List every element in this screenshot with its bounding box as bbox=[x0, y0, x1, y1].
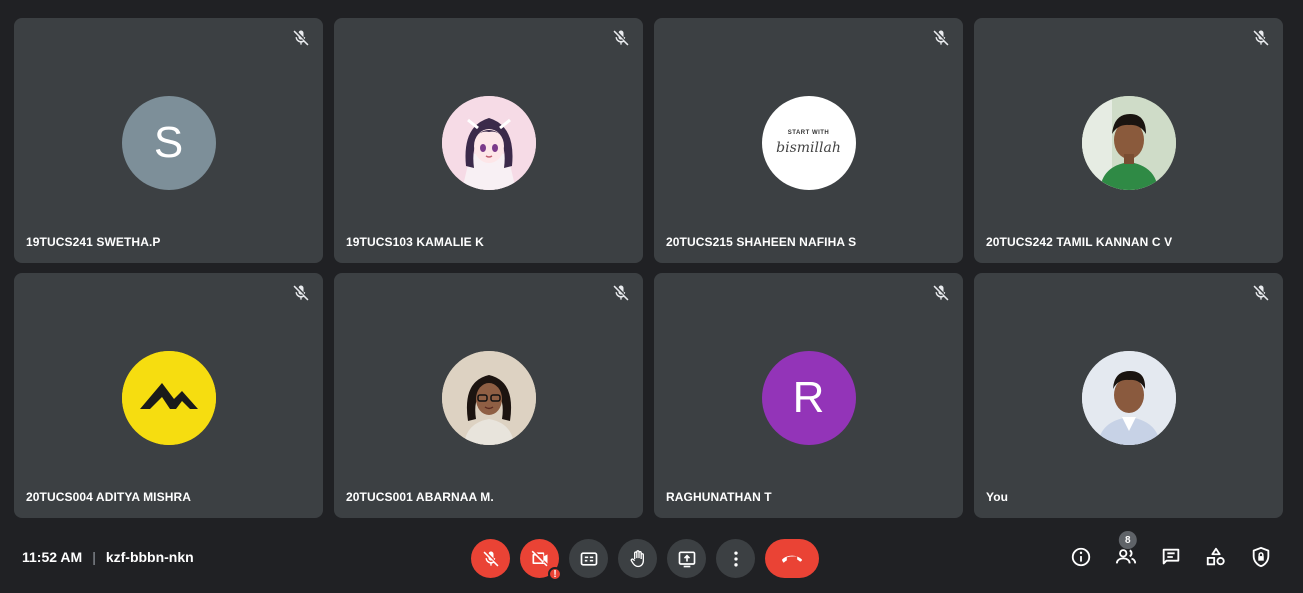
mountain-logo-avatar bbox=[121, 351, 216, 445]
hand-icon bbox=[630, 549, 644, 567]
host-controls-button[interactable] bbox=[1249, 545, 1273, 569]
participant-tile[interactable]: 20TUCS001 ABARNAA M. bbox=[334, 273, 643, 518]
mic-muted-icon bbox=[613, 30, 629, 46]
avatar: S bbox=[121, 96, 216, 190]
anime-avatar-icon bbox=[441, 96, 536, 190]
mic-muted-icon bbox=[1253, 30, 1269, 46]
phone-hangup-icon bbox=[782, 555, 802, 562]
mic-off-button[interactable] bbox=[471, 539, 510, 578]
person-glasses-avatar bbox=[441, 351, 536, 445]
camera-warning-badge: ! bbox=[548, 567, 562, 581]
raise-hand-button[interactable] bbox=[618, 539, 657, 578]
meeting-details-button[interactable] bbox=[1069, 545, 1093, 569]
activities-button[interactable] bbox=[1204, 545, 1228, 569]
participant-tile[interactable]: START WITH bismillah 20TUCS215 SHAHEEN N… bbox=[654, 18, 963, 263]
participant-name: 20TUCS215 SHAHEEN NAFIHA S bbox=[666, 235, 857, 249]
avatar-script: bismillah bbox=[776, 140, 841, 156]
participant-name: 20TUCS004 ADITYA MISHRA bbox=[26, 490, 192, 504]
person-avatar bbox=[1081, 96, 1176, 190]
people-count-badge: 8 bbox=[1118, 531, 1137, 549]
activities-icon bbox=[1206, 547, 1225, 566]
participant-tile[interactable]: 20TUCS004 ADITYA MISHRA bbox=[14, 273, 323, 518]
participant-tile[interactable]: 20TUCS242 TAMIL KANNAN C V bbox=[974, 18, 1283, 263]
participant-grid: S 19TUCS241 SWETHA.P 19TUCS103 KAMALIE K… bbox=[14, 18, 1284, 518]
cc-icon bbox=[580, 551, 597, 566]
person-avatar bbox=[1081, 351, 1176, 445]
participant-tile[interactable]: 19TUCS103 KAMALIE K bbox=[334, 18, 643, 263]
people-button[interactable]: 8 bbox=[1114, 531, 1138, 569]
mic-muted-icon bbox=[933, 285, 949, 301]
meeting-info: 11:52 AM | kzf-bbbn-nkn bbox=[22, 549, 194, 565]
participant-name: 19TUCS241 SWETHA.P bbox=[26, 235, 161, 249]
avatar-letter: S bbox=[153, 118, 184, 167]
call-controls: ! bbox=[471, 539, 819, 581]
avatar-letter: R bbox=[792, 373, 825, 422]
end-call-button[interactable] bbox=[765, 539, 819, 578]
chat-icon bbox=[1162, 548, 1180, 565]
side-panel-controls: 8 bbox=[1069, 531, 1273, 569]
more-vert-icon bbox=[733, 551, 738, 566]
meeting-time: 11:52 AM bbox=[22, 549, 83, 565]
participant-tile[interactable]: S 19TUCS241 SWETHA.P bbox=[14, 18, 323, 263]
mic-muted-icon bbox=[1253, 285, 1269, 301]
participant-name: RAGHUNATHAN T bbox=[666, 490, 772, 504]
participant-name: 20TUCS001 ABARNAA M. bbox=[346, 490, 494, 504]
more-options-button[interactable] bbox=[716, 539, 755, 578]
info-icon bbox=[1071, 547, 1091, 567]
anime-avatar bbox=[441, 96, 536, 190]
camera-off-icon bbox=[531, 550, 547, 566]
participant-name: 19TUCS103 KAMALIE K bbox=[346, 235, 484, 249]
camera-off-button[interactable]: ! bbox=[520, 539, 562, 581]
present-icon bbox=[678, 551, 695, 567]
mic-muted-icon bbox=[933, 30, 949, 46]
participant-tile[interactable]: R RAGHUNATHAN T bbox=[654, 273, 963, 518]
participant-tile[interactable]: You bbox=[974, 273, 1283, 518]
person-photo-icon bbox=[1081, 96, 1176, 190]
avatar-caption: START WITH bbox=[787, 130, 830, 136]
present-button[interactable] bbox=[667, 539, 706, 578]
bismillah-avatar: START WITH bismillah bbox=[761, 96, 856, 190]
mic-off-icon bbox=[483, 551, 498, 566]
mic-muted-icon bbox=[293, 30, 309, 46]
people-icon bbox=[1115, 549, 1137, 564]
chat-button[interactable] bbox=[1159, 545, 1183, 569]
participant-name: 20TUCS242 TAMIL KANNAN C V bbox=[986, 235, 1173, 249]
mic-muted-icon bbox=[613, 285, 629, 301]
shield-lock-icon bbox=[1252, 546, 1270, 568]
captions-button[interactable] bbox=[569, 539, 608, 578]
person-photo-icon bbox=[1081, 351, 1176, 445]
avatar: R bbox=[761, 351, 856, 445]
participant-name: You bbox=[986, 490, 1009, 504]
separator: | bbox=[92, 549, 96, 565]
person-glasses-photo-icon bbox=[441, 351, 536, 445]
mountain-logo-icon bbox=[121, 351, 216, 445]
meeting-code: kzf-bbbn-nkn bbox=[105, 549, 194, 565]
bottom-toolbar: 11:52 AM | kzf-bbbn-nkn ! 8 bbox=[0, 525, 1303, 593]
mic-muted-icon bbox=[293, 285, 309, 301]
